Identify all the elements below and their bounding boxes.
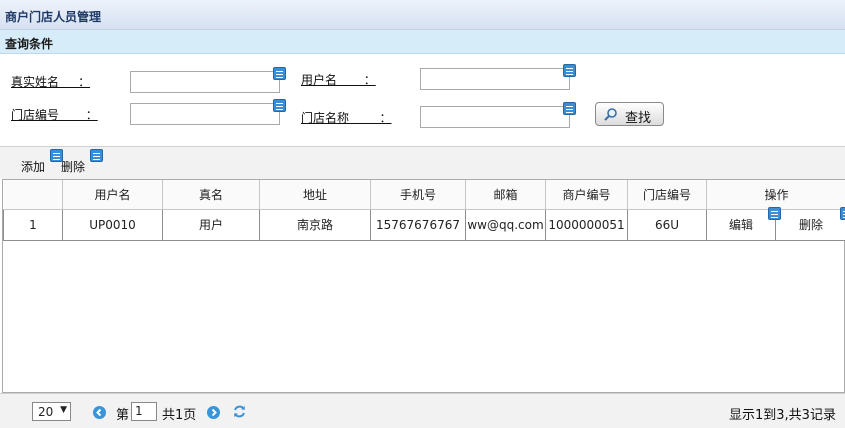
realname-input[interactable] <box>130 71 280 93</box>
username-options-icon[interactable] <box>563 64 576 77</box>
chevron-down-icon: ▼ <box>60 405 67 415</box>
cell-address: 南京路 <box>259 208 371 241</box>
title-bar: 商户门店人员管理 <box>0 0 845 30</box>
table-row[interactable]: 1 UP0010 用户 南京路 15767676767 ww@qq.com 10… <box>3 206 845 241</box>
col-header-merchant-no[interactable]: 商户编号 <box>545 180 628 210</box>
query-header-label: 查询条件 <box>5 37 54 51</box>
search-button[interactable]: 查找 <box>595 102 664 126</box>
page-size-value: 20 <box>38 405 54 419</box>
store-no-label: 门店编号 ： <box>11 108 98 122</box>
row-delete-button[interactable]: 删除 <box>799 218 823 232</box>
store-name-label: 门店名称 ： <box>301 111 392 125</box>
col-header-index <box>3 180 63 210</box>
cell-store-no: 66U <box>627 208 707 241</box>
store-name-options-icon[interactable] <box>563 102 576 115</box>
col-header-phone[interactable]: 手机号 <box>370 180 466 210</box>
next-page-icon[interactable] <box>207 406 220 419</box>
col-header-username[interactable]: 用户名 <box>62 180 163 210</box>
realname-label: 真实姓名 ： <box>11 75 91 89</box>
col-header-store-no[interactable]: 门店编号 <box>627 180 707 210</box>
page-total: 共1页 <box>162 408 197 423</box>
store-name-input[interactable] <box>420 106 570 128</box>
page-size-select[interactable]: 20 ▼ <box>32 402 71 421</box>
pager: 20 ▼ 第 1 共1页 显示1到3,共3记录 <box>0 393 845 428</box>
cell-actions: 编辑 删除 <box>706 206 845 241</box>
col-header-email[interactable]: 邮箱 <box>465 180 546 210</box>
delete-button[interactable]: 删除 <box>61 158 85 175</box>
data-grid: 用户名 真名 地址 手机号 邮箱 商户编号 门店编号 操作 1 UP0010 用… <box>2 179 845 393</box>
page-title: 商户门店人员管理 <box>5 10 102 24</box>
magnifier-icon <box>604 108 617 121</box>
prev-page-icon[interactable] <box>93 406 106 419</box>
edit-button[interactable]: 编辑 <box>729 218 753 232</box>
username-label: 用户名 ： <box>301 73 376 87</box>
users-table: 用户名 真名 地址 手机号 邮箱 商户编号 门店编号 操作 1 UP0010 用… <box>3 180 845 241</box>
record-summary: 显示1到3,共3记录 <box>729 408 836 423</box>
cell-username: UP0010 <box>62 208 163 241</box>
realname-options-icon[interactable] <box>273 67 286 80</box>
table-header-row: 用户名 真名 地址 手机号 邮箱 商户编号 门店编号 操作 <box>3 180 845 210</box>
username-input[interactable] <box>420 68 570 90</box>
col-header-address[interactable]: 地址 <box>259 180 371 210</box>
add-button[interactable]: 添加 <box>21 158 45 175</box>
store-no-input[interactable] <box>130 103 280 125</box>
cell-phone: 15767676767 <box>370 208 466 241</box>
cell-merchant-no: 1000000051 <box>545 208 628 241</box>
search-button-label: 查找 <box>625 111 652 126</box>
delete-options-icon[interactable] <box>90 149 103 162</box>
row-delete-options-icon[interactable] <box>840 206 845 220</box>
query-header: 查询条件 <box>0 30 845 54</box>
cell-realname: 用户 <box>162 208 260 241</box>
store-no-options-icon[interactable] <box>273 99 286 112</box>
page-number-input[interactable]: 1 <box>131 402 157 421</box>
col-header-realname[interactable]: 真名 <box>162 180 260 210</box>
refresh-icon[interactable] <box>232 404 247 419</box>
cell-email: ww@qq.com <box>465 208 546 241</box>
toolbar: 添加 删除 <box>0 146 845 179</box>
page-prefix: 第 <box>116 408 130 423</box>
cell-index: 1 <box>3 208 63 241</box>
col-header-actions: 操作 <box>706 180 845 210</box>
